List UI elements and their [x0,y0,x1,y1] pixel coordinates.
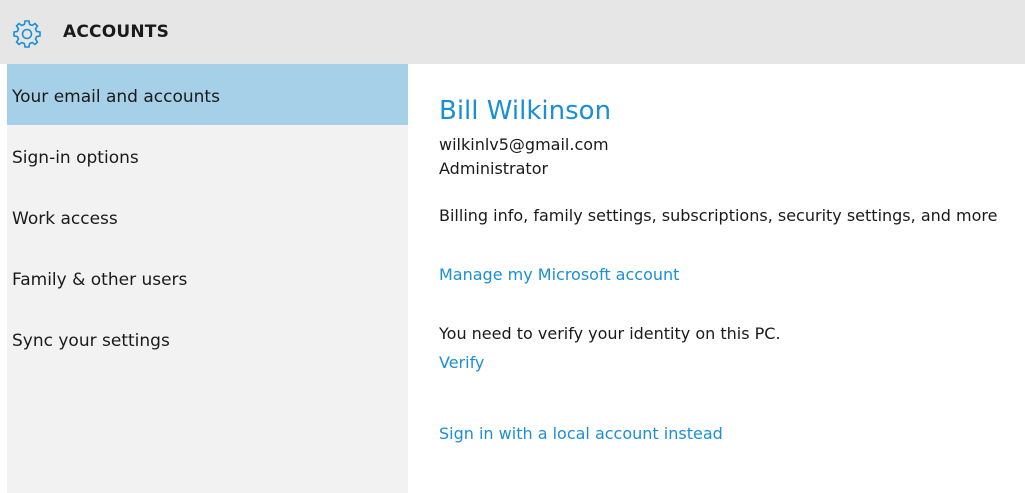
billing-info-text: Billing info, family settings, subscript… [439,206,998,225]
sidebar: Your email and accounts Sign-in options … [0,64,408,493]
local-account-link[interactable]: Sign in with a local account instead [439,424,723,443]
main-content: Bill Wilkinson wilkinlv5@gmail.com Admin… [408,64,1025,493]
sidebar-item-work-access[interactable]: Work access [7,186,408,247]
sidebar-item-sync-your-settings[interactable]: Sync your settings [7,308,408,369]
sidebar-item-sign-in-options[interactable]: Sign-in options [7,125,408,186]
sidebar-item-your-email-and-accounts[interactable]: Your email and accounts [7,64,408,125]
sidebar-edge [0,64,7,493]
verify-link[interactable]: Verify [439,353,484,372]
sidebar-item-family-other-users[interactable]: Family & other users [7,247,408,308]
manage-account-link[interactable]: Manage my Microsoft account [439,265,679,284]
page-title: ACCOUNTS [63,22,170,42]
user-name: Bill Wilkinson [439,96,612,126]
gear-icon [13,20,41,48]
user-email: wilkinlv5@gmail.com [439,135,609,154]
verify-identity-text: You need to verify your identity on this… [439,324,781,343]
user-role: Administrator [439,159,549,178]
header-bar: ACCOUNTS [0,0,1025,64]
